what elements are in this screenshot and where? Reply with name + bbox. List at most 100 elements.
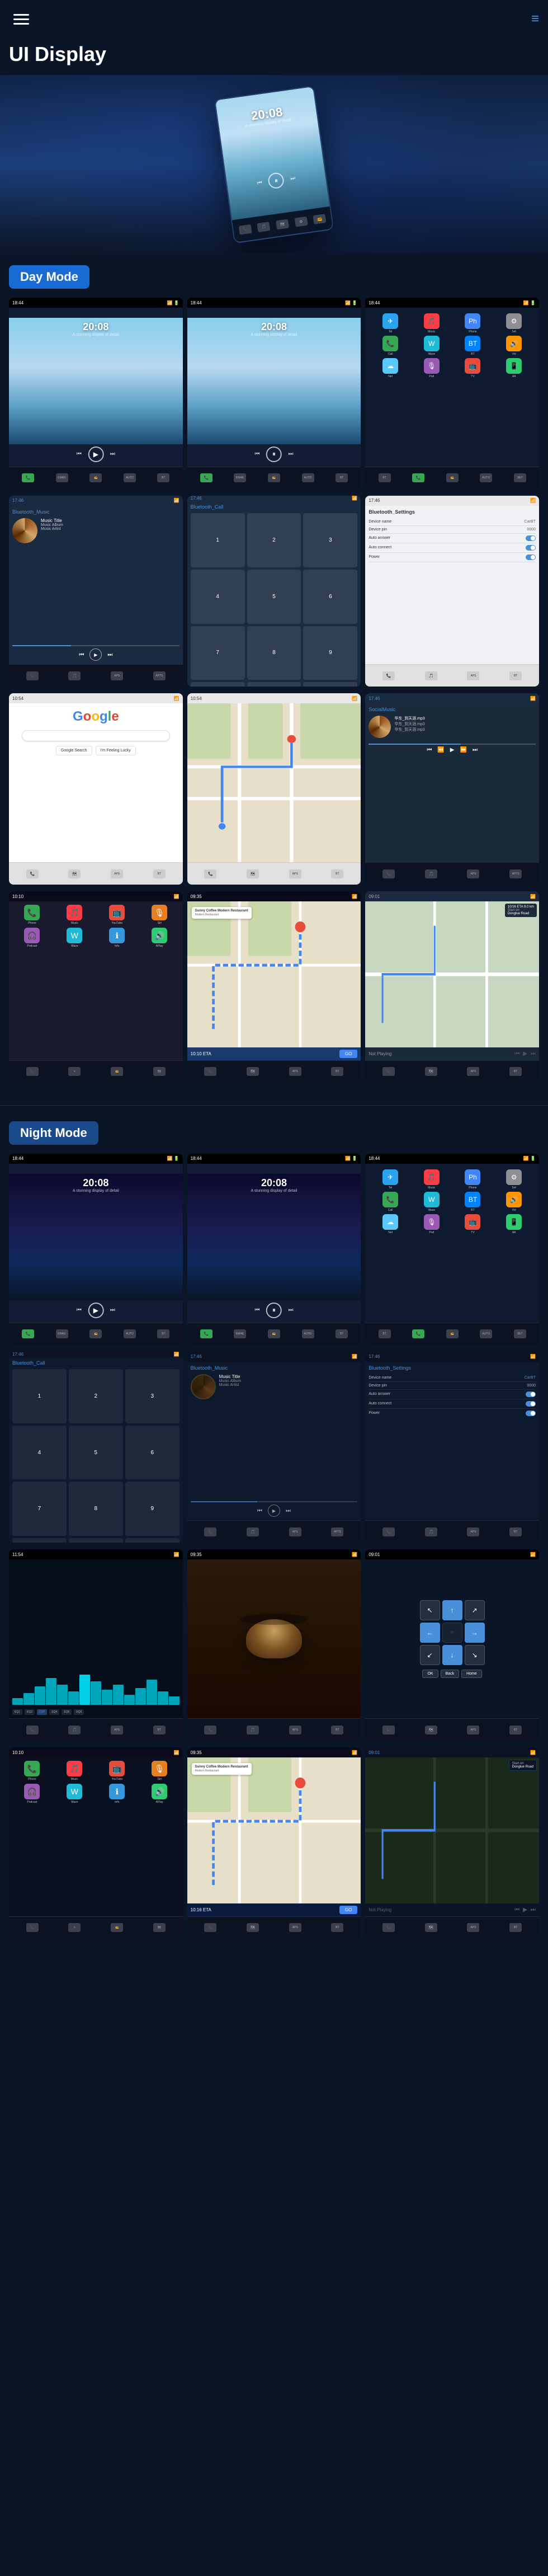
night-play-1[interactable]: ▶ bbox=[88, 1303, 103, 1318]
local-play[interactable]: ▶ bbox=[450, 747, 455, 753]
dial-hash[interactable]: # bbox=[303, 682, 357, 687]
night-row-3: 11:54📶 bbox=[9, 1549, 539, 1741]
nav-right[interactable]: → bbox=[465, 1623, 485, 1643]
google-search-btn[interactable]: Google Search bbox=[56, 746, 92, 755]
waveform-display bbox=[12, 1671, 179, 1705]
nav-up-left[interactable]: ↖ bbox=[420, 1600, 440, 1620]
night-setting-device-name-label: Device name bbox=[369, 1376, 391, 1380]
night-dial-5[interactable]: 5 bbox=[69, 1426, 123, 1480]
local-prev[interactable]: ⏮ bbox=[427, 747, 432, 753]
night-pause-2[interactable]: ⏸ bbox=[266, 1303, 282, 1318]
nav-up-right[interactable]: ↗ bbox=[465, 1600, 485, 1620]
nav-menu-icon[interactable]: ≡ bbox=[531, 11, 539, 27]
hamburger-icon[interactable] bbox=[9, 7, 34, 31]
play-music[interactable]: ▶ bbox=[89, 648, 102, 661]
pause-btn-2[interactable]: ⏸ bbox=[266, 446, 282, 462]
prev-btn[interactable]: ⏮ bbox=[74, 450, 83, 459]
night-np-prev[interactable]: ⏮ bbox=[514, 1907, 519, 1913]
dial-4[interactable]: 4 bbox=[191, 570, 245, 624]
google-search-bar[interactable] bbox=[22, 730, 170, 741]
night-dial-0[interactable]: 0 bbox=[69, 1538, 123, 1543]
prev-btn-2[interactable]: ⏮ bbox=[253, 450, 262, 459]
nav-down-right[interactable]: ↘ bbox=[465, 1645, 485, 1665]
day-row-4: 10:10📶 📞Phone 🎵Music 📺YouTube 🎙Siri 🎧Pod… bbox=[9, 891, 539, 1083]
np-next[interactable]: ⏭ bbox=[531, 1051, 536, 1057]
night-dial-6[interactable]: 6 bbox=[125, 1426, 179, 1480]
day-settings-card: 17:46📶 Bluetooth_Settings Device name Ca… bbox=[365, 496, 539, 687]
dial-8[interactable]: 8 bbox=[247, 626, 301, 680]
night-dial-1[interactable]: 1 bbox=[12, 1369, 67, 1423]
local-music-header: SocialMusic bbox=[369, 707, 536, 712]
toggle-autoanswer[interactable] bbox=[526, 535, 536, 541]
dial-0[interactable]: 0 bbox=[247, 682, 301, 687]
night-dial-8[interactable]: 8 bbox=[69, 1482, 123, 1536]
night-dial-hash[interactable]: # bbox=[125, 1538, 179, 1543]
day-player-card-1: 18:44📶 🔋 20:08 A stunning display of det… bbox=[9, 298, 183, 489]
night-dial-2[interactable]: 2 bbox=[69, 1369, 123, 1423]
nav-center[interactable]: ○ bbox=[442, 1623, 462, 1643]
play-btn[interactable]: ▶ bbox=[88, 446, 103, 462]
np-play[interactable]: ▶ bbox=[523, 1051, 527, 1057]
night-toggle-power[interactable] bbox=[526, 1411, 536, 1416]
night-subtitle-2: A stunning display of detail bbox=[251, 1189, 297, 1193]
next-music[interactable]: ⏭ bbox=[107, 652, 112, 658]
dial-star[interactable]: * bbox=[191, 682, 245, 687]
btn-home[interactable]: Home bbox=[461, 1670, 482, 1678]
dial-3[interactable]: 3 bbox=[303, 513, 357, 567]
setting-pin-label: Device pin bbox=[369, 528, 387, 532]
night-play-music[interactable]: ▶ bbox=[268, 1505, 280, 1517]
day-subtitle-1: A stunning display of detail bbox=[73, 333, 119, 337]
dial-5[interactable]: 5 bbox=[247, 570, 301, 624]
night-np-next[interactable]: ⏭ bbox=[531, 1907, 536, 1913]
night-dial-4[interactable]: 4 bbox=[12, 1426, 67, 1480]
btn-ok[interactable]: OK bbox=[422, 1670, 438, 1678]
night-toggle-autoconnect[interactable] bbox=[526, 1401, 536, 1407]
night-mode-badge: Night Mode bbox=[9, 1121, 98, 1145]
restaurant-name: Sunny Coffee Modern Restaurant bbox=[195, 909, 248, 913]
local-prev2[interactable]: ⏪ bbox=[437, 747, 444, 753]
night-np-play[interactable]: ▶ bbox=[523, 1907, 527, 1913]
night-settings-header: Bluetooth_Settings bbox=[369, 1365, 536, 1371]
dial-6[interactable]: 6 bbox=[303, 570, 357, 624]
np-prev[interactable]: ⏮ bbox=[514, 1051, 519, 1057]
toggle-power[interactable] bbox=[526, 554, 536, 560]
dial-1[interactable]: 1 bbox=[191, 513, 245, 567]
next-btn-2[interactable]: ⏭ bbox=[286, 450, 295, 459]
night-call-header: Bluetooth_Call bbox=[12, 1360, 179, 1366]
dial-7[interactable]: 7 bbox=[191, 626, 245, 680]
btn-back[interactable]: Back bbox=[441, 1670, 460, 1678]
night-music-card: 17:46📶 Bluetooth_Music Music Title Music… bbox=[187, 1352, 361, 1543]
day-carplay-card: 10:10📶 📞Phone 🎵Music 📺YouTube 🎙Siri 🎧Pod… bbox=[9, 891, 183, 1083]
day-subtitle-2: A stunning display of detail bbox=[251, 333, 297, 337]
go-button[interactable]: GO bbox=[339, 1050, 357, 1058]
dial-9[interactable]: 9 bbox=[303, 626, 357, 680]
toggle-autoconnect[interactable] bbox=[526, 545, 536, 551]
night-prev-1[interactable]: ⏮ bbox=[74, 1306, 83, 1315]
prev-music[interactable]: ⏮ bbox=[79, 652, 84, 658]
night-go-button[interactable]: GO bbox=[339, 1906, 357, 1914]
nav-up[interactable]: ↑ bbox=[442, 1600, 462, 1620]
setting-autoanswer-label: Auto answer bbox=[369, 536, 390, 540]
night-subtitle-1: A stunning display of detail bbox=[73, 1189, 119, 1193]
nav-down-left[interactable]: ↙ bbox=[420, 1645, 440, 1665]
nav-down[interactable]: ↓ bbox=[442, 1645, 462, 1665]
next-btn[interactable]: ⏭ bbox=[108, 450, 117, 459]
dial-2[interactable]: 2 bbox=[247, 513, 301, 567]
nav-left[interactable]: ← bbox=[420, 1623, 440, 1643]
night-dial-3[interactable]: 3 bbox=[125, 1369, 179, 1423]
night-prev-2[interactable]: ⏮ bbox=[253, 1306, 262, 1315]
night-toggle-autoanswer[interactable] bbox=[526, 1392, 536, 1397]
night-next-1[interactable]: ⏭ bbox=[108, 1306, 117, 1315]
hero-section: 20:08 A stunning display of detail ⏮ ⏸ ⏭… bbox=[0, 75, 548, 254]
night-dial-7[interactable]: 7 bbox=[12, 1482, 67, 1536]
night-dial-9[interactable]: 9 bbox=[125, 1482, 179, 1536]
night-not-playing-label: Not Playing bbox=[369, 1907, 391, 1912]
night-next-2[interactable]: ⏭ bbox=[286, 1306, 295, 1315]
google-lucky-btn[interactable]: I'm Feeling Lucky bbox=[96, 746, 136, 755]
local-next2[interactable]: ⏩ bbox=[460, 747, 467, 753]
night-dial-star[interactable]: * bbox=[12, 1538, 67, 1543]
night-setting-pin-val: 0000 bbox=[527, 1384, 536, 1388]
local-next[interactable]: ⏭ bbox=[473, 747, 478, 753]
night-next-music[interactable]: ⏭ bbox=[286, 1508, 291, 1514]
night-prev-music[interactable]: ⏮ bbox=[257, 1508, 262, 1514]
